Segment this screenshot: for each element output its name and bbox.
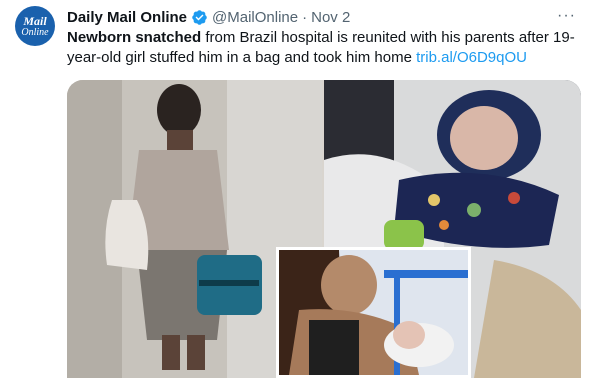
separator-dot: ·	[302, 8, 308, 26]
avatar-text-online: Online	[21, 26, 49, 38]
inset-photo-illustration	[279, 250, 468, 375]
account-handle[interactable]: @MailOnline	[212, 9, 298, 26]
more-options-icon[interactable]: ···	[557, 7, 576, 25]
media-inset-photo-mother-with-baby[interactable]	[276, 247, 471, 378]
account-name[interactable]: Daily Mail Online	[67, 9, 187, 26]
tweet-link[interactable]: trib.al/O6D9qOU	[416, 49, 527, 66]
tweet-media[interactable]	[67, 80, 581, 378]
tweet-header: Daily Mail Online @MailOnline · Nov 2 ··…	[67, 7, 576, 27]
tweet-bold-text: Newborn snatched	[67, 29, 202, 46]
avatar-text-mail: Mail	[23, 13, 47, 28]
tweet-date[interactable]: Nov 2	[311, 9, 350, 26]
avatar[interactable]: Mail Online	[15, 6, 55, 46]
verified-badge-icon	[192, 9, 207, 25]
tweet-text: Newborn snatched from Brazil hospital is…	[67, 28, 582, 68]
